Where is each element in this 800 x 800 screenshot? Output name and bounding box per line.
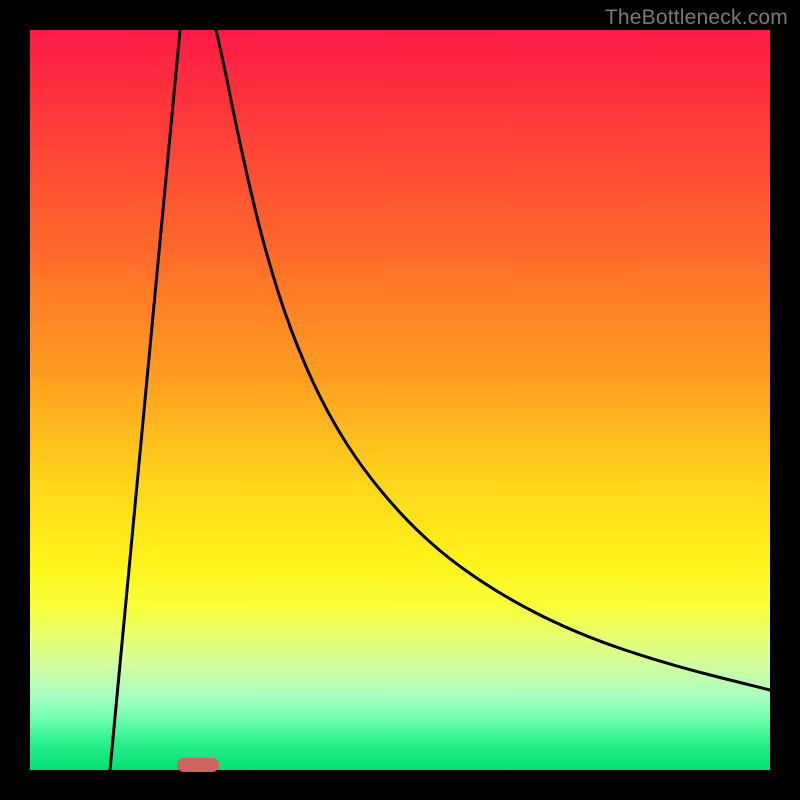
watermark-text: TheBottleneck.com — [605, 6, 788, 30]
outer-frame: TheBottleneck.com — [0, 0, 800, 800]
curve-right-segment — [216, 30, 770, 690]
bottleneck-curve — [30, 30, 770, 770]
plot-area — [30, 30, 770, 770]
curve-left-segment — [110, 30, 180, 770]
bottleneck-marker — [177, 758, 219, 772]
